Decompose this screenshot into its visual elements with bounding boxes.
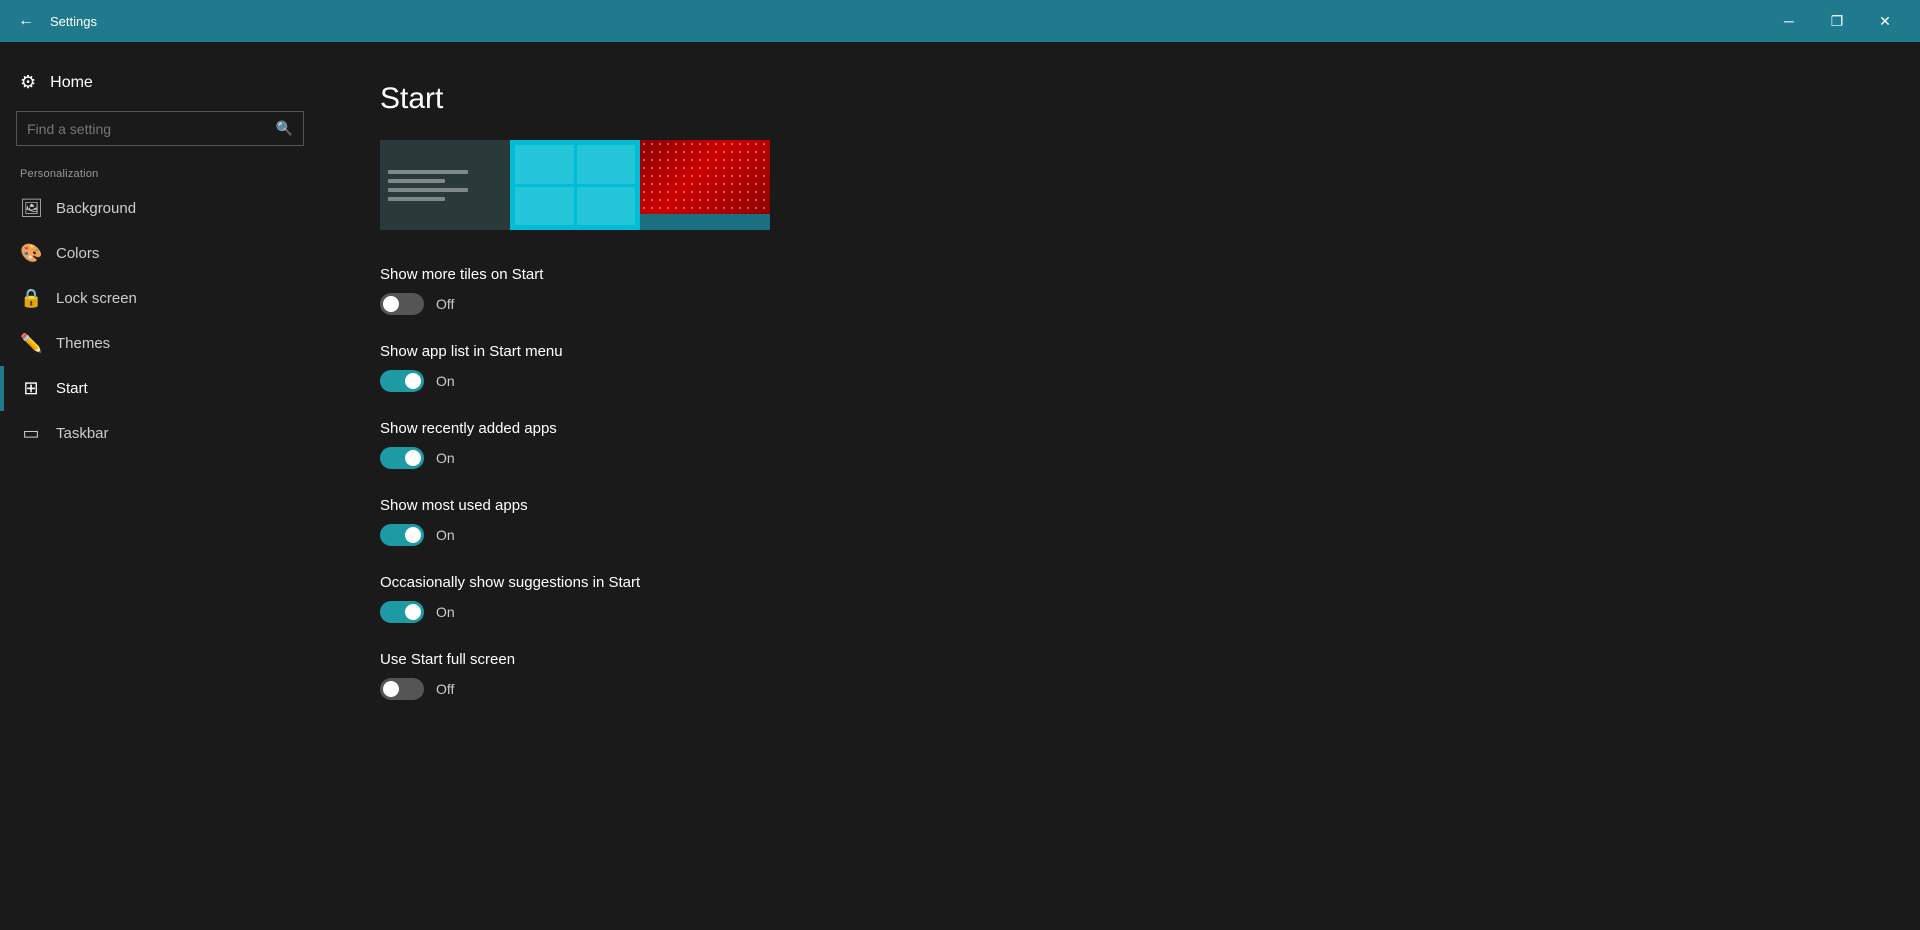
toggle-row-show-more-tiles: Off — [380, 293, 1860, 315]
toggle-thumb-show-suggestions — [405, 604, 421, 620]
preview-tile-2 — [577, 145, 636, 184]
toggle-row-use-full-screen: Off — [380, 678, 1860, 700]
lock-screen-label: Lock screen — [56, 290, 137, 307]
sidebar-item-colors[interactable]: 🎨 Colors — [0, 231, 320, 276]
taskbar-icon: ▭ — [20, 423, 42, 444]
toggle-thumb-show-recently-added — [405, 450, 421, 466]
setting-label-show-recently-added: Show recently added apps — [380, 420, 1860, 437]
start-label: Start — [56, 380, 88, 397]
sidebar-item-start[interactable]: ⊞ Start — [0, 366, 320, 411]
restore-button[interactable]: ❐ — [1814, 0, 1860, 42]
toggle-thumb-show-most-used — [405, 527, 421, 543]
preview-tile-3 — [515, 187, 574, 226]
preview-bottom-strip — [640, 214, 770, 230]
setting-show-more-tiles: Show more tiles on Start Off — [380, 266, 1860, 315]
preview-left — [380, 140, 510, 230]
themes-label: Themes — [56, 335, 110, 352]
taskbar-label: Taskbar — [56, 425, 109, 442]
setting-show-most-used: Show most used apps On — [380, 497, 1860, 546]
setting-label-show-app-list: Show app list in Start menu — [380, 343, 1860, 360]
page-title: Start — [380, 82, 1860, 116]
colors-label: Colors — [56, 245, 99, 262]
lock-screen-icon: 🔒 — [20, 288, 42, 309]
toggle-status-show-app-list: On — [436, 373, 455, 389]
search-icon: 🔍 — [266, 112, 303, 145]
app-container: ⚙ Home 🔍 Personalization 🖼 Background 🎨 … — [0, 42, 1920, 930]
toggle-row-show-recently-added: On — [380, 447, 1860, 469]
home-nav-item[interactable]: ⚙ Home — [0, 62, 320, 103]
colors-icon: 🎨 — [20, 243, 42, 264]
toggle-row-show-suggestions: On — [380, 601, 1860, 623]
start-icon: ⊞ — [20, 378, 42, 399]
sidebar-item-taskbar[interactable]: ▭ Taskbar — [0, 411, 320, 456]
background-label: Background — [56, 200, 136, 217]
toggle-status-show-most-used: On — [436, 527, 455, 543]
setting-label-use-full-screen: Use Start full screen — [380, 651, 1860, 668]
toggle-status-use-full-screen: Off — [436, 681, 454, 697]
toggle-status-show-suggestions: On — [436, 604, 455, 620]
background-icon: 🖼 — [20, 198, 42, 219]
title-bar-left: ← Settings — [12, 7, 97, 35]
start-preview — [380, 140, 770, 230]
main-content: Start Show more tiles on Start — [320, 42, 1920, 930]
toggle-show-recently-added[interactable] — [380, 447, 424, 469]
preview-line-3 — [388, 188, 468, 192]
setting-label-show-more-tiles: Show more tiles on Start — [380, 266, 1860, 283]
home-label: Home — [50, 74, 93, 92]
home-icon: ⚙ — [20, 72, 36, 93]
preview-tile-4 — [577, 187, 636, 226]
toggle-thumb-show-more-tiles — [383, 296, 399, 312]
setting-show-recently-added: Show recently added apps On — [380, 420, 1860, 469]
minimize-button[interactable]: ─ — [1766, 0, 1812, 42]
preview-right — [640, 140, 770, 230]
close-button[interactable]: ✕ — [1862, 0, 1908, 42]
toggle-show-suggestions[interactable] — [380, 601, 424, 623]
toggle-status-show-more-tiles: Off — [436, 296, 454, 312]
toggle-show-app-list[interactable] — [380, 370, 424, 392]
sidebar-item-themes[interactable]: ✏️ Themes — [0, 321, 320, 366]
preview-line-4 — [388, 197, 445, 201]
setting-label-show-most-used: Show most used apps — [380, 497, 1860, 514]
preview-line-2 — [388, 179, 445, 183]
toggle-show-most-used[interactable] — [380, 524, 424, 546]
setting-show-suggestions: Occasionally show suggestions in Start O… — [380, 574, 1860, 623]
setting-show-app-list: Show app list in Start menu On — [380, 343, 1860, 392]
section-label: Personalization — [0, 162, 320, 186]
toggle-row-show-most-used: On — [380, 524, 1860, 546]
window-controls: ─ ❐ ✕ — [1766, 0, 1908, 42]
sidebar-item-lock-screen[interactable]: 🔒 Lock screen — [0, 276, 320, 321]
setting-use-full-screen: Use Start full screen Off — [380, 651, 1860, 700]
search-box[interactable]: 🔍 — [16, 111, 304, 146]
themes-icon: ✏️ — [20, 333, 42, 354]
setting-label-show-suggestions: Occasionally show suggestions in Start — [380, 574, 1860, 591]
preview-tiles — [510, 140, 640, 230]
preview-tile-1 — [515, 145, 574, 184]
title-bar: ← Settings ─ ❐ ✕ — [0, 0, 1920, 42]
toggle-row-show-app-list: On — [380, 370, 1860, 392]
toggle-thumb-use-full-screen — [383, 681, 399, 697]
toggle-show-more-tiles[interactable] — [380, 293, 424, 315]
back-button[interactable]: ← — [12, 7, 40, 35]
sidebar-item-background[interactable]: 🖼 Background — [0, 186, 320, 231]
toggle-status-show-recently-added: On — [436, 450, 455, 466]
preview-line-1 — [388, 170, 468, 174]
search-input[interactable] — [17, 113, 266, 145]
sidebar: ⚙ Home 🔍 Personalization 🖼 Background 🎨 … — [0, 42, 320, 930]
app-title: Settings — [50, 14, 97, 29]
toggle-use-full-screen[interactable] — [380, 678, 424, 700]
toggle-thumb-show-app-list — [405, 373, 421, 389]
